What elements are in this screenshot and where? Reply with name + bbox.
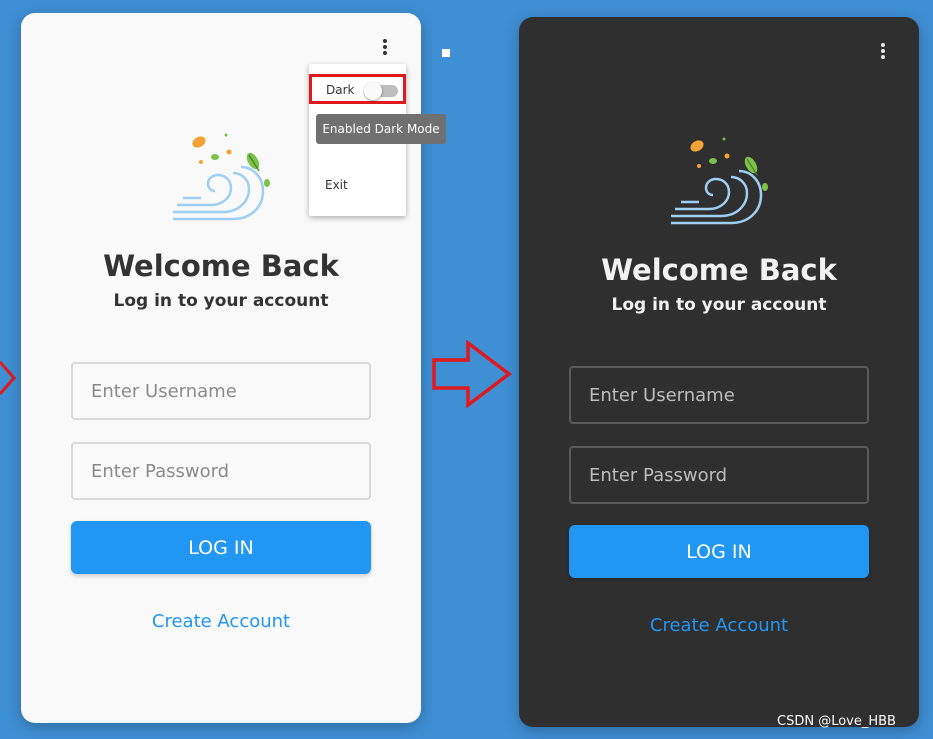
login-button[interactable]: LOG IN bbox=[71, 521, 371, 574]
password-input[interactable] bbox=[569, 446, 869, 504]
password-input[interactable] bbox=[71, 442, 371, 500]
page-subtitle: Log in to your account bbox=[113, 291, 329, 311]
wind-leaves-logo-icon bbox=[173, 133, 270, 221]
dark-mode-toggle[interactable] bbox=[364, 82, 398, 100]
username-input[interactable] bbox=[71, 362, 371, 420]
watermark: CSDN @Love_HBB bbox=[777, 714, 896, 729]
login-button[interactable]: LOG IN bbox=[569, 525, 869, 578]
partial-right-arrow-icon bbox=[0, 361, 16, 395]
dark-mode-tooltip: Enabled Dark Mode bbox=[316, 114, 446, 144]
page-title: Welcome Back bbox=[103, 249, 339, 283]
dark-mode-label: Dark bbox=[326, 83, 355, 97]
decorative-square bbox=[442, 49, 450, 57]
create-account-link[interactable]: Create Account bbox=[21, 611, 421, 632]
toggle-knob bbox=[364, 82, 382, 100]
kebab-menu-icon[interactable] bbox=[377, 37, 393, 57]
menu-item-dark[interactable]: Dark bbox=[309, 74, 406, 104]
username-input[interactable] bbox=[569, 366, 869, 424]
create-account-link[interactable]: Create Account bbox=[519, 615, 919, 636]
menu-item-exit[interactable]: Exit bbox=[325, 178, 348, 192]
page-title: Welcome Back bbox=[601, 253, 837, 287]
wind-leaves-logo-icon bbox=[671, 137, 768, 225]
right-arrow-icon bbox=[432, 340, 512, 408]
dark-login-card: Welcome Back Log in to your account LOG … bbox=[519, 17, 919, 727]
page-subtitle: Log in to your account bbox=[611, 295, 827, 315]
kebab-menu-icon[interactable] bbox=[875, 41, 891, 61]
